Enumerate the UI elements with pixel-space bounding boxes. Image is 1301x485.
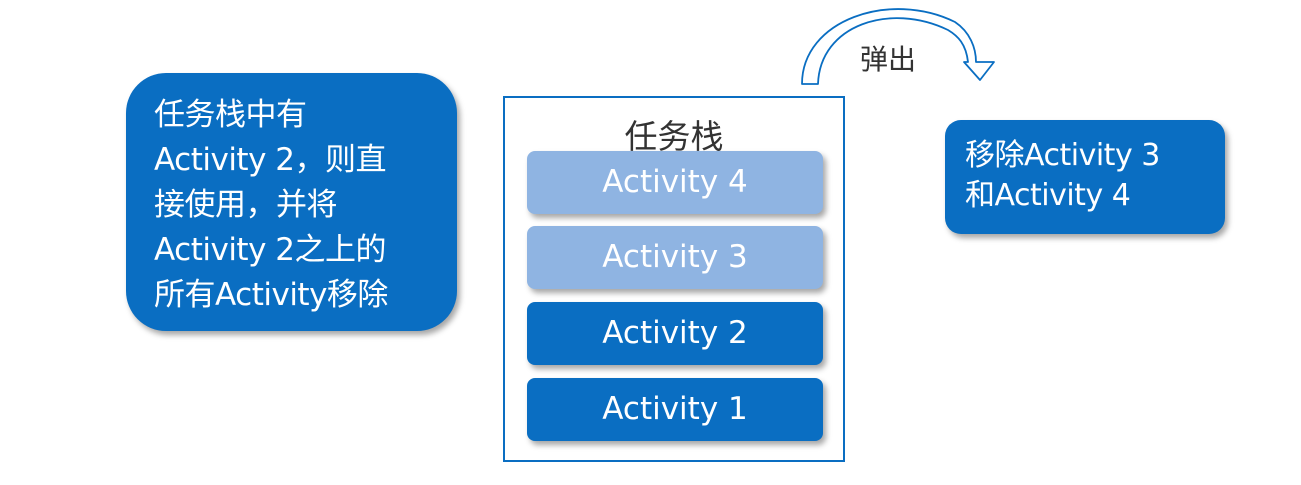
activity-3-block: Activity 3 <box>527 226 823 289</box>
activity-1-block: Activity 1 <box>527 378 823 441</box>
removal-note-box: 移除Activity 3 和Activity 4 <box>945 120 1225 234</box>
explanation-box: 任务栈中有 Activity 2，则直 接使用，并将 Activity 2之上的… <box>126 73 457 331</box>
pop-label: 弹出 <box>860 43 917 76</box>
activity-4-block: Activity 4 <box>527 151 823 214</box>
activity-2-block: Activity 2 <box>527 302 823 365</box>
